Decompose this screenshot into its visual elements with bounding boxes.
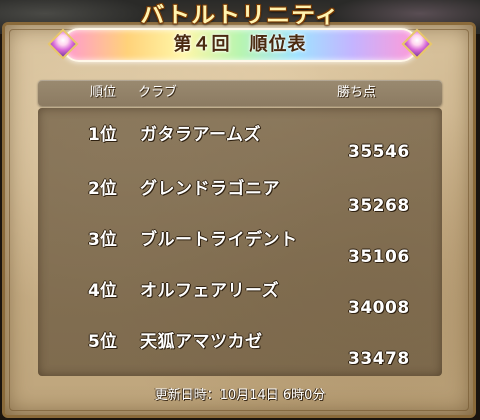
rank-4-label: 4位 — [88, 281, 117, 301]
rank-3-label: 3位 — [88, 230, 117, 250]
last-updated: 更新日時：10月14日 6時0分 — [0, 384, 480, 403]
ranking-screen: バトルトリニティ 第４回 順位表 順位 クラブ 勝ち点 1位 ガタラアームズ 3… — [0, 0, 480, 420]
last-updated-label: 更新日時： — [154, 388, 220, 403]
rank-2-points: 35268 — [348, 196, 410, 216]
column-header-rank: 順位 — [90, 85, 117, 100]
column-header-points: 勝ち点 — [337, 85, 377, 100]
rank-2-club-name: グレンドラゴニア — [140, 179, 280, 199]
rank-5-points: 33478 — [348, 349, 410, 369]
rank-2-label: 2位 — [88, 179, 117, 199]
rank-3-club-name: ブルートライデント — [140, 230, 298, 250]
ranking-title: 第４回 順位表 — [173, 34, 307, 55]
rank-5-label: 5位 — [88, 332, 117, 352]
last-updated-value: 10月14日 6時0分 — [219, 388, 326, 403]
rank-1-club-name: ガタラアームズ — [140, 125, 261, 145]
event-title: バトルトリニティ — [140, 2, 340, 28]
rank-3-points: 35106 — [348, 247, 410, 267]
rank-5-club-name: 天狐アマツカゼ — [140, 332, 263, 352]
rank-1-label: 1位 — [88, 125, 117, 145]
rank-4-points: 34008 — [348, 298, 410, 318]
rank-1-points: 35546 — [348, 142, 410, 162]
column-header-club: クラブ — [138, 85, 178, 100]
rank-4-club-name: オルフェアリーズ — [140, 281, 280, 301]
